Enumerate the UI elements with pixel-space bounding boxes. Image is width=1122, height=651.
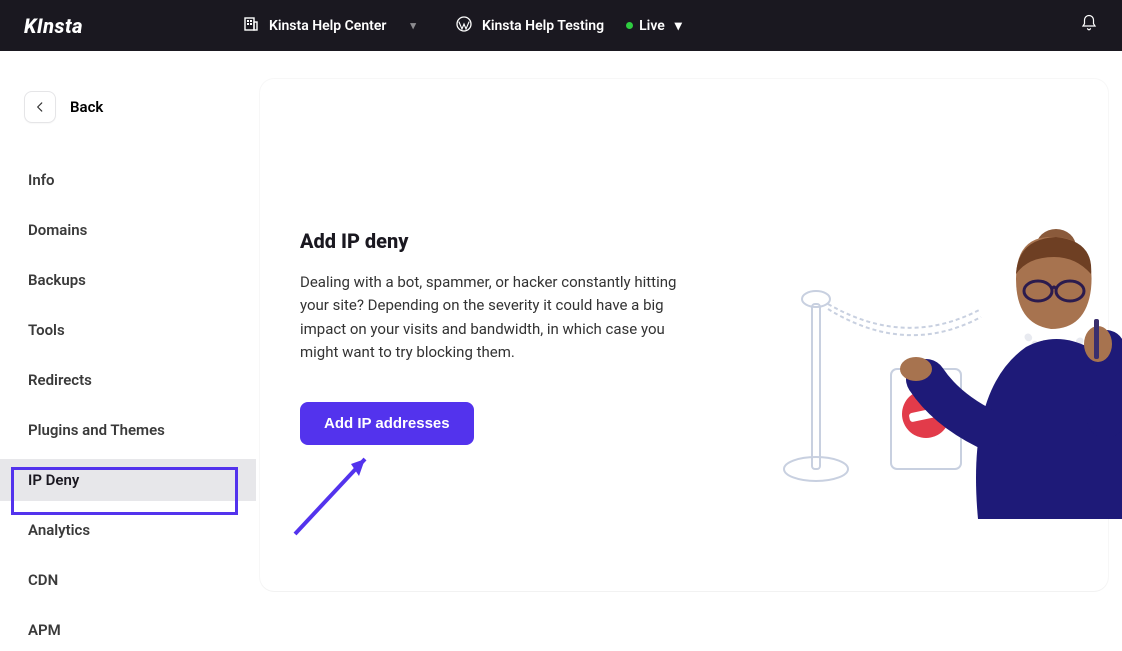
sidebar-item-info[interactable]: Info — [0, 159, 256, 201]
main: Add IP deny Dealing with a bot, spammer,… — [256, 51, 1122, 591]
sidebar-item-ip-deny[interactable]: IP Deny — [0, 459, 256, 501]
site-selector[interactable]: Kinsta Help Testing — [456, 16, 604, 36]
layout: Back Info Domains Backups Tools Redirect… — [0, 51, 1122, 591]
notifications-button[interactable] — [1080, 14, 1098, 37]
status-dot-icon — [626, 22, 633, 29]
add-ip-addresses-button[interactable]: Add IP addresses — [300, 402, 474, 445]
sidebar-item-backups[interactable]: Backups — [0, 259, 256, 301]
environment-selector[interactable]: Live ▾ — [626, 18, 682, 34]
sidebar-item-domains[interactable]: Domains — [0, 209, 256, 251]
sidebar: Back Info Domains Backups Tools Redirect… — [0, 51, 256, 591]
arrow-left-icon — [24, 91, 56, 123]
card-content: Add IP deny Dealing with a bot, spammer,… — [300, 229, 700, 551]
back-label: Back — [70, 98, 103, 116]
sidebar-item-cdn[interactable]: CDN — [0, 559, 256, 601]
sidebar-item-redirects[interactable]: Redirects — [0, 359, 256, 401]
back-button[interactable]: Back — [0, 91, 256, 123]
wordpress-icon — [456, 16, 472, 36]
sidebar-item-apm[interactable]: APM — [0, 609, 256, 651]
sidebar-item-plugins-themes[interactable]: Plugins and Themes — [0, 409, 256, 451]
page-description: Dealing with a bot, spammer, or hacker c… — [300, 271, 680, 364]
site-selector-label: Kinsta Help Testing — [482, 18, 604, 34]
company-selector[interactable]: Kinsta Help Center ▾ — [243, 16, 416, 36]
sidebar-item-tools[interactable]: Tools — [0, 309, 256, 351]
brand-logo: KInsta — [24, 14, 83, 38]
topbar: KInsta Kinsta Help Center ▾ Kinsta Help … — [0, 0, 1122, 51]
page-title: Add IP deny — [300, 229, 700, 253]
building-icon — [243, 16, 259, 36]
content-card: Add IP deny Dealing with a bot, spammer,… — [260, 79, 1108, 591]
chevron-down-icon: ▾ — [675, 18, 682, 34]
sidebar-item-analytics[interactable]: Analytics — [0, 509, 256, 551]
company-selector-label: Kinsta Help Center — [269, 18, 386, 34]
illustration — [756, 209, 1122, 549]
environment-label: Live — [639, 18, 665, 34]
chevron-down-icon: ▾ — [410, 19, 416, 32]
